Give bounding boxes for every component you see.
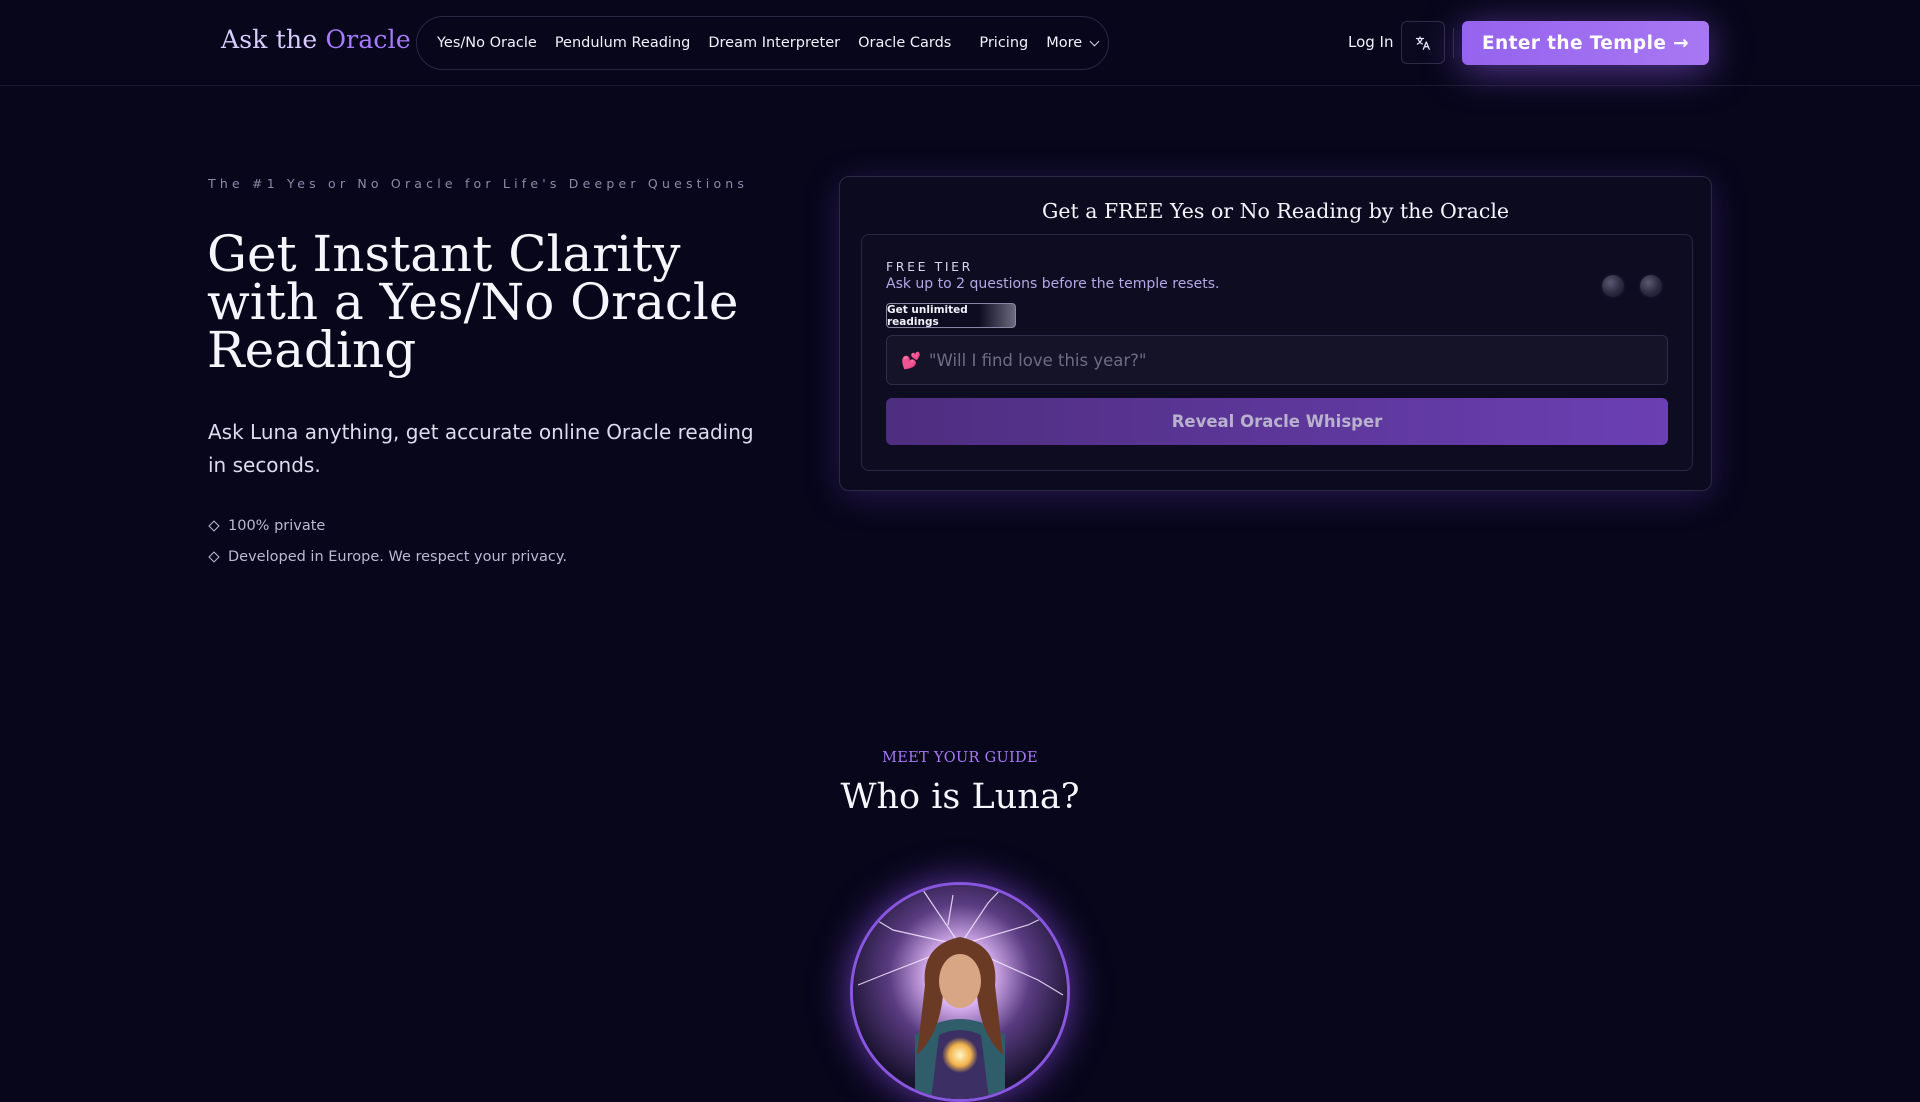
- chevron-down-icon: [1089, 36, 1100, 46]
- feature-item: Developed in Europe. We respect your pri…: [208, 549, 567, 565]
- free-tier-panel: FREE TIER Ask up to 2 questions before t…: [861, 234, 1693, 471]
- logo-text-part2: Oracle: [325, 25, 411, 54]
- tier-description: Ask up to 2 questions before the temple …: [886, 276, 1220, 292]
- unlimited-readings-button[interactable]: Get unlimited readings: [886, 303, 1016, 328]
- reveal-oracle-button[interactable]: Reveal Oracle Whisper: [886, 398, 1668, 445]
- crystal-ball-icon: [1640, 275, 1662, 297]
- language-button[interactable]: [1401, 21, 1445, 64]
- nav-more-dropdown[interactable]: More: [1046, 35, 1100, 51]
- enter-temple-button[interactable]: Enter the Temple →: [1462, 21, 1709, 65]
- two-hearts-icon: 💕: [901, 350, 921, 370]
- feature-item: 100% private: [208, 518, 325, 534]
- hero-eyebrow: The #1 Yes or No Oracle for Life's Deepe…: [208, 176, 749, 191]
- nav-more-label: More: [1046, 35, 1083, 51]
- nav-oracle-cards[interactable]: Oracle Cards: [858, 35, 951, 51]
- reading-card-title: Get a FREE Yes or No Reading by the Orac…: [1041, 199, 1510, 223]
- crystal-ball-icon: [1602, 275, 1624, 297]
- nav-pendulum-reading[interactable]: Pendulum Reading: [555, 35, 691, 51]
- feature-label: Developed in Europe. We respect your pri…: [228, 549, 567, 565]
- header-divider: [1453, 28, 1454, 58]
- question-placeholder: "Will I find love this year?": [928, 350, 1147, 370]
- feature-label: 100% private: [228, 518, 326, 534]
- nav-pricing[interactable]: Pricing: [979, 35, 1028, 51]
- tier-label: FREE TIER: [886, 259, 973, 274]
- reading-card: Get a FREE Yes or No Reading by the Orac…: [839, 176, 1712, 491]
- nav-yes-no-oracle[interactable]: Yes/No Oracle: [437, 35, 537, 51]
- guide-title: Who is Luna?: [840, 777, 1080, 817]
- sparkle-icon: [208, 551, 220, 563]
- site-header: Ask the Oracle Yes/No Oracle Pendulum Re…: [0, 0, 1920, 86]
- logo-text-part1: Ask the: [221, 25, 326, 54]
- luna-portrait: [850, 882, 1070, 1102]
- hero-title: Get Instant Clarity with a Yes/No Oracle…: [207, 225, 739, 379]
- nav-dream-interpreter[interactable]: Dream Interpreter: [708, 35, 840, 51]
- sparkle-icon: [208, 520, 220, 532]
- hero-subtitle: Ask Luna anything, get accurate online O…: [208, 420, 754, 477]
- site-logo[interactable]: Ask the Oracle: [221, 25, 411, 54]
- translate-icon: [1415, 35, 1430, 50]
- login-link[interactable]: Log In: [1348, 33, 1394, 51]
- guide-eyebrow: MEET YOUR GUIDE: [882, 750, 1038, 766]
- main-nav: Yes/No Oracle Pendulum Reading Dream Int…: [416, 16, 1109, 70]
- question-input[interactable]: 💕 "Will I find love this year?": [886, 335, 1668, 385]
